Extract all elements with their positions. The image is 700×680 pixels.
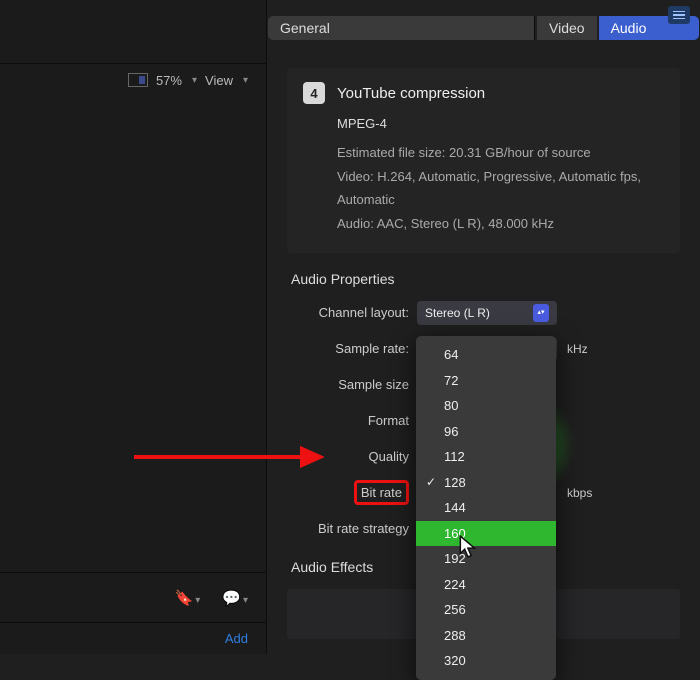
label-sample-size: Sample size <box>287 377 417 392</box>
bookmark-icon[interactable]: 🔖▾ <box>175 589 201 607</box>
bitrate-option[interactable]: 112 <box>416 444 556 470</box>
preset-card: 4 YouTube compression MPEG-4 Estimated f… <box>287 68 680 253</box>
left-footer: Add <box>0 622 266 654</box>
row-channel-layout: Channel layout: Stereo (L R) ▴▾ <box>287 301 680 325</box>
bitrate-dropdown[interactable]: 64728096112128144160192224256288320 <box>416 336 556 680</box>
chevron-down-icon[interactable]: ▾ <box>243 75 248 86</box>
left-top-area <box>0 0 266 64</box>
select-channel-layout[interactable]: Stereo (L R) ▴▾ <box>417 301 557 325</box>
bitrate-option[interactable]: 64 <box>416 342 556 368</box>
bitrate-option[interactable]: 320 <box>416 648 556 674</box>
left-sidebar: 57% ▾ View ▾ 🔖▾ 💬▾ Add <box>0 0 267 654</box>
tabs-row: General Video Audio <box>267 0 700 56</box>
preview-area <box>0 96 266 572</box>
preset-audio: Audio: AAC, Stereo (L R), 48.000 kHz <box>337 212 664 235</box>
bitrate-option[interactable]: 192 <box>416 546 556 572</box>
label-bitrate-strategy: Bit rate strategy <box>287 521 417 536</box>
preset-size: Estimated file size: 20.31 GB/hour of so… <box>337 141 664 164</box>
zoom-percent[interactable]: 57% <box>156 73 182 88</box>
chevron-down-icon[interactable]: ▾ <box>192 75 197 86</box>
annotation-arrow <box>134 442 324 472</box>
bitrate-option[interactable]: 256 <box>416 597 556 623</box>
viewport-icon[interactable] <box>128 73 148 87</box>
step-badge: 4 <box>303 82 325 104</box>
bitrate-option[interactable]: 96 <box>416 419 556 445</box>
label-channel-layout: Channel layout: <box>287 305 417 320</box>
stepper-arrows-icon: ▴▾ <box>533 304 549 322</box>
unit-kbps: kbps <box>567 486 592 500</box>
tab-video[interactable]: Video <box>537 16 597 40</box>
label-format: Format <box>287 413 417 428</box>
comment-icon[interactable]: 💬▾ <box>222 589 248 607</box>
preset-container: MPEG-4 <box>337 112 664 135</box>
bitrate-option[interactable]: 224 <box>416 572 556 598</box>
preset-video: Video: H.264, Automatic, Progressive, Au… <box>337 165 664 212</box>
bitrate-option[interactable]: 128 <box>416 470 556 496</box>
bitrate-option[interactable]: 288 <box>416 623 556 649</box>
mouse-cursor-icon <box>458 534 480 563</box>
audio-properties-title: Audio Properties <box>291 271 680 287</box>
preset-title: YouTube compression <box>337 85 485 102</box>
left-toolbar: 🔖▾ 💬▾ <box>0 572 266 622</box>
label-sample-rate: Sample rate: <box>287 341 417 356</box>
bitrate-option[interactable]: 80 <box>416 393 556 419</box>
label-bitrate: Bit rate <box>287 485 417 500</box>
view-menu[interactable]: View <box>205 73 233 88</box>
add-button[interactable]: Add <box>225 631 248 646</box>
bitrate-option[interactable]: 160 <box>416 521 556 547</box>
bitrate-option[interactable]: 72 <box>416 368 556 394</box>
bitrate-option[interactable]: 144 <box>416 495 556 521</box>
bitrate-highlight: Bit rate <box>354 480 409 505</box>
select-value: Stereo (L R) <box>425 306 490 320</box>
settings-sliders-icon[interactable] <box>668 6 690 24</box>
tab-general[interactable]: General <box>268 16 535 40</box>
unit-khz: kHz <box>567 342 588 356</box>
zoom-bar: 57% ▾ View ▾ <box>0 64 266 96</box>
